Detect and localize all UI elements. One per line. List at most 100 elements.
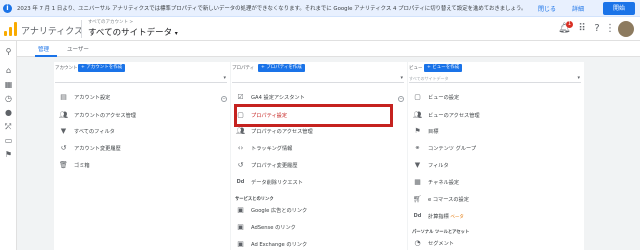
group-icon: ⚭	[414, 144, 421, 152]
view-selector-label: すべてのサイトデータ	[88, 28, 173, 38]
beta-badge: ベータ	[450, 215, 464, 220]
segment-icon: ◔	[414, 239, 421, 247]
item-label: プロパティのアクセス管理	[251, 129, 313, 135]
property-column-header: プロパティ + プロパティを作成 ▾	[231, 62, 407, 84]
apps-grid-icon[interactable]: ⠿	[576, 23, 588, 35]
item-label: アカウント設定	[74, 95, 111, 101]
conversions-icon[interactable]: ⚑	[3, 149, 14, 160]
account-column-title: アカウント	[55, 66, 78, 71]
flag-icon: ⚑	[414, 127, 421, 135]
channel-settings-item[interactable]: ▦ チャネル設定	[408, 175, 584, 190]
people-icon: 👥︎	[236, 127, 245, 135]
analytics-logo	[4, 22, 18, 36]
behavior-icon[interactable]: ▭	[3, 135, 14, 146]
history-icon: ↺	[237, 161, 244, 169]
view-selector-dropdown[interactable]: すべてのサイトデータ ▾	[409, 75, 581, 83]
view-access-item[interactable]: 👥︎ ビューのアクセス管理	[408, 108, 584, 123]
view-column-title: ビュー	[409, 66, 423, 71]
calculated-metrics-item[interactable]: Dd 計算指標 ベータ	[408, 209, 584, 224]
customization-icon[interactable]: ▦	[3, 79, 14, 90]
breadcrumb[interactable]: すべてのアカウント >	[88, 19, 133, 25]
view-filters-item[interactable]: ▼ フィルタ	[408, 158, 584, 173]
info-icon: i	[3, 4, 12, 13]
tab-admin[interactable]: 管理	[38, 45, 49, 53]
item-label: データ削除リクエスト	[251, 180, 303, 186]
item-label: AdSense のリンク	[251, 225, 296, 231]
collapse-property-icon[interactable]: −	[398, 96, 404, 102]
banner-close-button[interactable]: 閉じる	[538, 4, 556, 13]
item-label: コンテンツ グループ	[428, 146, 477, 152]
filter-icon: ▼	[60, 127, 67, 135]
account-column-header: アカウント + アカウントを作成 ▾	[54, 62, 230, 84]
account-column: アカウント + アカウントを作成 ▾ ▤ アカウント設定 👥︎ アカウントのアク…	[54, 62, 230, 250]
trash-item[interactable]: 🗑︎ ゴミ箱	[54, 158, 230, 173]
home-icon[interactable]: ⌂	[3, 65, 14, 76]
view-column-header: ビュー + ビューを作成 すべてのサイトデータ ▾	[408, 62, 584, 84]
account-history-item[interactable]: ↺ アカウント変更履歴	[54, 141, 230, 156]
tracking-info-item[interactable]: ‹› トラッキング情報	[231, 141, 407, 156]
item-label: Ad Exchange のリンク	[251, 242, 308, 248]
property-column: プロパティ + プロパティを作成 ▾ ☑ GA4 設定アシスタント ▢ プロパテ…	[231, 62, 407, 250]
view-selector[interactable]: すべてのサイトデータ ▾	[88, 26, 178, 38]
ecommerce-settings-item[interactable]: 🛒︎ e コマースの設定	[408, 192, 584, 207]
chevron-down-icon: ▾	[174, 30, 178, 37]
create-property-button[interactable]: + プロパティを作成	[258, 64, 305, 72]
banner-details-link[interactable]: 詳細	[572, 4, 584, 13]
google-ads-link-item[interactable]: ▣ Google 広告とのリンク	[231, 203, 407, 218]
avatar[interactable]	[618, 21, 634, 37]
ga4-setup-assistant-item[interactable]: ☑ GA4 設定アシスタント	[231, 90, 407, 105]
goals-item[interactable]: ⚑ 目標	[408, 124, 584, 139]
audience-icon[interactable]: ●	[3, 107, 14, 118]
property-selector[interactable]: ▾	[232, 75, 404, 83]
create-account-button[interactable]: + アカウントを作成	[78, 64, 126, 72]
admin-tabs: 管理 ユーザー	[17, 41, 640, 57]
property-history-item[interactable]: ↺ プロパティ変更履歴	[231, 158, 407, 173]
all-filters-item[interactable]: ▼ すべてのフィルタ	[54, 124, 230, 139]
item-label: アカウントのアクセス管理	[74, 113, 136, 119]
item-label: ビューの設定	[428, 95, 460, 101]
account-access-item[interactable]: 👥︎ アカウントのアクセス管理	[54, 108, 230, 123]
code-icon: ‹›	[237, 144, 244, 152]
content-grouping-item[interactable]: ⚭ コンテンツ グループ	[408, 141, 584, 156]
google-ads-icon: ▣	[237, 206, 244, 214]
account-selector[interactable]: ▾	[55, 75, 227, 83]
help-icon[interactable]: ?	[591, 23, 603, 35]
dropdown-arrow-icon: ▾	[577, 75, 580, 81]
item-label: チャネル設定	[428, 180, 460, 186]
acquisition-icon[interactable]: ⤱	[3, 121, 14, 132]
item-label: すべてのフィルタ	[74, 129, 115, 135]
item-label: 計算指標 ベータ	[428, 213, 464, 220]
banner-start-button[interactable]: 開始	[603, 2, 635, 15]
item-label: Google 広告とのリンク	[251, 208, 308, 214]
view-settings-item[interactable]: ▢ ビューの設定	[408, 90, 584, 105]
adsense-link-item[interactable]: ▣ AdSense のリンク	[231, 220, 407, 235]
item-label: トラッキング情報	[251, 146, 293, 152]
document-icon: ▢	[414, 93, 421, 101]
view-selector-value: すべてのサイトデータ	[409, 76, 449, 81]
item-label: アカウント変更履歴	[74, 146, 121, 152]
data-deletion-item[interactable]: Dd データ削除リクエスト	[231, 175, 407, 190]
more-vert-icon[interactable]: ⋮	[604, 23, 616, 35]
item-label: フィルタ	[428, 163, 449, 169]
item-label: セグメント	[428, 241, 454, 247]
section-label: パーソナル ツールとアセット	[412, 230, 470, 235]
tab-user[interactable]: ユーザー	[67, 45, 89, 53]
realtime-icon[interactable]: ◷	[3, 93, 14, 104]
account-settings-item[interactable]: ▤ アカウント設定	[54, 90, 230, 105]
item-label: ゴミ箱	[74, 163, 90, 169]
filter-icon: ▼	[414, 161, 421, 169]
view-column: ビュー + ビューを作成 すべてのサイトデータ ▾ ▢ ビューの設定 👥︎ ビュ…	[408, 62, 584, 250]
adexchange-link-item[interactable]: ▣ Ad Exchange のリンク	[231, 237, 407, 250]
search-icon[interactable]: ⚲	[3, 46, 14, 57]
segments-item[interactable]: ◔ セグメント	[408, 236, 584, 250]
create-view-button[interactable]: + ビューを作成	[424, 64, 463, 72]
item-label: GA4 設定アシスタント	[251, 95, 305, 101]
checklist-icon: ☑	[237, 93, 244, 101]
notification-badge: 1	[566, 21, 573, 28]
item-label: e コマースの設定	[428, 197, 469, 203]
collapse-account-icon[interactable]: −	[221, 96, 227, 102]
item-label: プロパティ変更履歴	[251, 163, 298, 169]
settings-icon: ▤	[60, 93, 67, 101]
dropdown-arrow-icon: ▾	[400, 75, 403, 81]
adsense-icon: ▣	[237, 223, 244, 231]
